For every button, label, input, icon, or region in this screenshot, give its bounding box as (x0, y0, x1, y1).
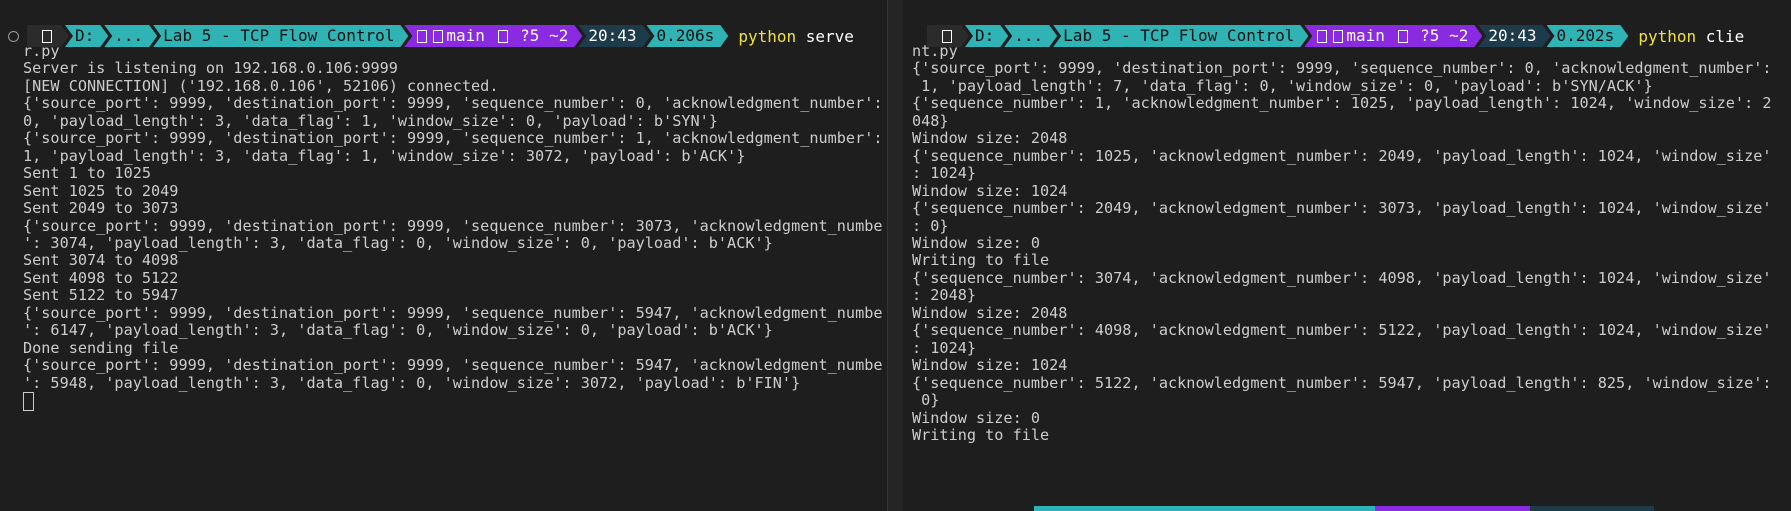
terminal-line: Sent 5122 to 5947 (23, 286, 179, 305)
terminal-line: {'source_port': 9999, 'destination_port'… (23, 129, 883, 148)
terminal-line: Server is listening on 192.168.0.106:999… (23, 59, 398, 78)
git-icon (417, 30, 427, 43)
terminal-cursor (23, 392, 34, 412)
terminal-line: {'source_port': 9999, 'destination_port'… (23, 94, 883, 113)
command-status-icon[interactable] (912, 31, 923, 42)
terminal-line: [NEW CONNECTION] ('192.168.0.106', 52106… (23, 76, 499, 95)
windows-icon (42, 30, 52, 43)
terminal-line: ': 3074, 'payload_length': 3, 'data_flag… (23, 233, 773, 252)
terminal-output[interactable]: r.py Server is listening on 192.168.0.106… (23, 42, 885, 413)
terminal-line: Done sending file (23, 338, 179, 357)
terminal-pane-client[interactable]: D: ... Lab 5 - TCP Flow Control main ?5 … (904, 0, 1791, 511)
terminal-line: Writing to file (912, 425, 1050, 444)
terminal-line: : 2048} (912, 286, 977, 305)
terminal-pane-server[interactable]: D: ... Lab 5 - TCP Flow Control main ?5 … (0, 0, 885, 511)
terminal-line: Sent 1 to 1025 (23, 164, 152, 183)
terminal-line: {'sequence_number': 3074, 'acknowledgmen… (912, 268, 1772, 287)
next-prompt-bar-partial (1034, 506, 1654, 511)
terminal-line: : 1024} (912, 164, 977, 183)
terminal-line: {'sequence_number': 5122, 'acknowledgmen… (912, 373, 1772, 392)
windows-icon (942, 30, 952, 43)
git-branch-icon (1333, 30, 1343, 43)
terminal-line: 0} (912, 391, 940, 410)
terminal-line: {'sequence_number': 2049, 'acknowledgmen… (912, 199, 1772, 218)
terminal-line: {'source_port': 9999, 'destination_port'… (23, 303, 885, 322)
terminal-line: {'source_port': 9999, 'destination_port'… (912, 59, 1772, 78)
terminal-line: Writing to file (912, 251, 1050, 270)
git-separator-icon (1398, 30, 1408, 43)
cursor-line (23, 392, 879, 412)
command-status-icon[interactable] (8, 30, 19, 42)
terminal-line: 1, 'payload_length': 7, 'data_flag': 0, … (912, 76, 1653, 95)
terminal-line: Window size: 2048 (912, 303, 1068, 322)
terminal-line: Sent 4098 to 5122 (23, 268, 179, 287)
terminal-line: 1, 'payload_length': 3, 'data_flag': 1, … (23, 146, 746, 165)
terminal-line: {'sequence_number': 4098, 'acknowledgmen… (912, 321, 1772, 340)
terminal-line: r.py (23, 42, 60, 60)
terminal-line: Window size: 1024 (912, 181, 1068, 200)
terminal-line: {'source_port': 9999, 'destination_port'… (23, 356, 885, 375)
terminal-line: Window size: 0 (912, 233, 1041, 252)
terminal-line: Sent 2049 to 3073 (23, 199, 179, 218)
terminal-line: Sent 1025 to 2049 (23, 181, 179, 200)
terminal-line: {'source_port': 9999, 'destination_port'… (23, 216, 885, 235)
git-icon (1317, 30, 1327, 43)
terminal-line: : 0} (912, 216, 949, 235)
terminal-line: Window size: 0 (912, 408, 1041, 427)
terminal-line: Window size: 2048 (912, 129, 1068, 148)
terminal-output[interactable]: nt.py {'source_port': 9999, 'destination_… (912, 42, 1785, 444)
terminal-line: nt.py (912, 42, 958, 60)
terminal-line: ': 5948, 'payload_length': 3, 'data_flag… (23, 373, 801, 392)
terminal-line: {'sequence_number': 1, 'acknowledgment_n… (912, 94, 1772, 113)
terminal-line: 0, 'payload_length': 3, 'data_flag': 1, … (23, 111, 718, 130)
terminal-line: Sent 3074 to 4098 (23, 251, 179, 270)
git-branch-icon (433, 30, 443, 43)
git-separator-icon (498, 30, 508, 43)
pane-divider[interactable] (887, 0, 903, 511)
terminal-line: ': 6147, 'payload_length': 3, 'data_flag… (23, 321, 773, 340)
terminal-line: {'sequence_number': 1025, 'acknowledgmen… (912, 146, 1772, 165)
terminal-line: : 1024} (912, 338, 977, 357)
terminal-line: 048} (912, 111, 949, 130)
terminal-line: Window size: 1024 (912, 356, 1068, 375)
